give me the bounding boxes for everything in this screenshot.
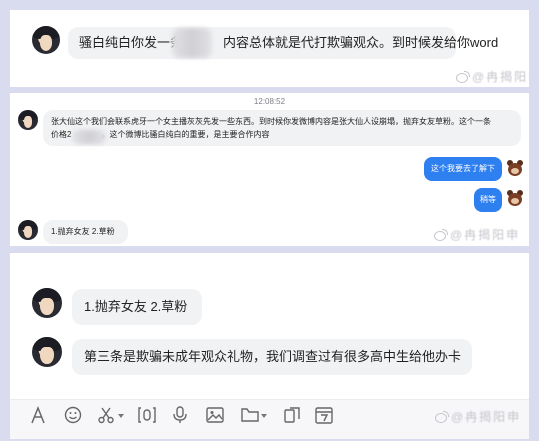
chat-panel-1: 骚白纯白你发一条 内容总体就是代打欺骗观众。到时候发给你word @冉揭阳申 <box>10 10 529 87</box>
contact-avatar[interactable] <box>18 220 38 240</box>
weibo-icon <box>433 229 448 241</box>
font-icon[interactable] <box>28 404 48 426</box>
weibo-watermark: @冉揭阳申 <box>455 68 529 85</box>
message-timestamp: 12:08:52 <box>253 97 286 106</box>
message-bubble[interactable]: 1.抛弃女友 2.草粉 <box>43 220 128 244</box>
message-bubble[interactable]: 骚白纯白你发一条 内容总体就是代打欺骗观众。到时候发给你word <box>68 27 498 59</box>
message-bubble[interactable]: 第三条是欺骗未成年观众礼物，我们调查过有很多高中生给他办卡 <box>72 339 472 375</box>
message-text: 1.抛弃女友 2.草粉 <box>84 299 188 314</box>
clipboard-icon[interactable] <box>281 404 303 426</box>
microphone-icon[interactable] <box>170 404 190 426</box>
message-text: 价格2 <box>51 130 72 139</box>
message-text: 骚白纯白你发一条 <box>79 35 184 50</box>
sent-message-bubble[interactable]: 稍等 <box>474 188 502 212</box>
contact-avatar[interactable] <box>32 337 62 367</box>
screenshot-icon[interactable] <box>136 404 158 426</box>
sent-message-bubble[interactable]: 这个我要去了解下 <box>424 157 502 181</box>
contact-avatar[interactable] <box>32 288 62 318</box>
folder-dropdown-icon[interactable] <box>261 414 267 418</box>
weibo-watermark: @冉揭阳申 <box>434 408 521 425</box>
user-avatar[interactable] <box>507 190 523 206</box>
emoji-icon[interactable] <box>62 404 84 426</box>
image-icon[interactable] <box>204 404 226 426</box>
weibo-icon <box>455 71 470 83</box>
contact-avatar[interactable] <box>32 26 60 54</box>
calendar-icon[interactable] <box>313 404 335 426</box>
message-text: 这个我要去了解下 <box>431 164 495 173</box>
weibo-watermark: @冉揭阳申 <box>433 226 520 243</box>
message-text: 稍等 <box>480 195 496 204</box>
message-text: 张大仙这个我们会联系虎牙一个女主播灰灰先发一些东西。到时候你发微博内容是张大仙人… <box>51 117 491 126</box>
message-text: 1.抛弃女友 2.草粉 <box>51 227 115 236</box>
message-text: 。这个微博比骚白纯白的重要，是主要合作内容 <box>101 130 270 139</box>
chat-panel-2: 12:08:52 张大仙这个我们会联系虎牙一个女主播灰灰先发一些东西。到时候你发… <box>10 93 529 246</box>
contact-avatar[interactable] <box>18 110 38 130</box>
message-text: 第三条是欺骗未成年观众礼物，我们调查过有很多高中生给他办卡 <box>84 349 462 364</box>
folder-icon[interactable] <box>239 404 261 426</box>
message-bubble[interactable]: 1.抛弃女友 2.草粉 <box>72 289 202 325</box>
weibo-icon <box>434 411 449 423</box>
message-text: 内容总体就是代打欺骗观众。到时候发给你word <box>223 35 499 50</box>
redaction-blur <box>172 28 212 58</box>
redaction-blur <box>72 130 106 144</box>
scissors-icon[interactable] <box>95 404 117 426</box>
chat-panel-3: 1.抛弃女友 2.草粉 第三条是欺骗未成年观众礼物，我们调查过有很多高中生给他办… <box>10 253 529 439</box>
user-avatar[interactable] <box>507 160 523 176</box>
scissors-dropdown-icon[interactable] <box>118 414 124 418</box>
message-bubble[interactable]: 张大仙这个我们会联系虎牙一个女主播灰灰先发一些东西。到时候你发微博内容是张大仙人… <box>43 110 521 146</box>
